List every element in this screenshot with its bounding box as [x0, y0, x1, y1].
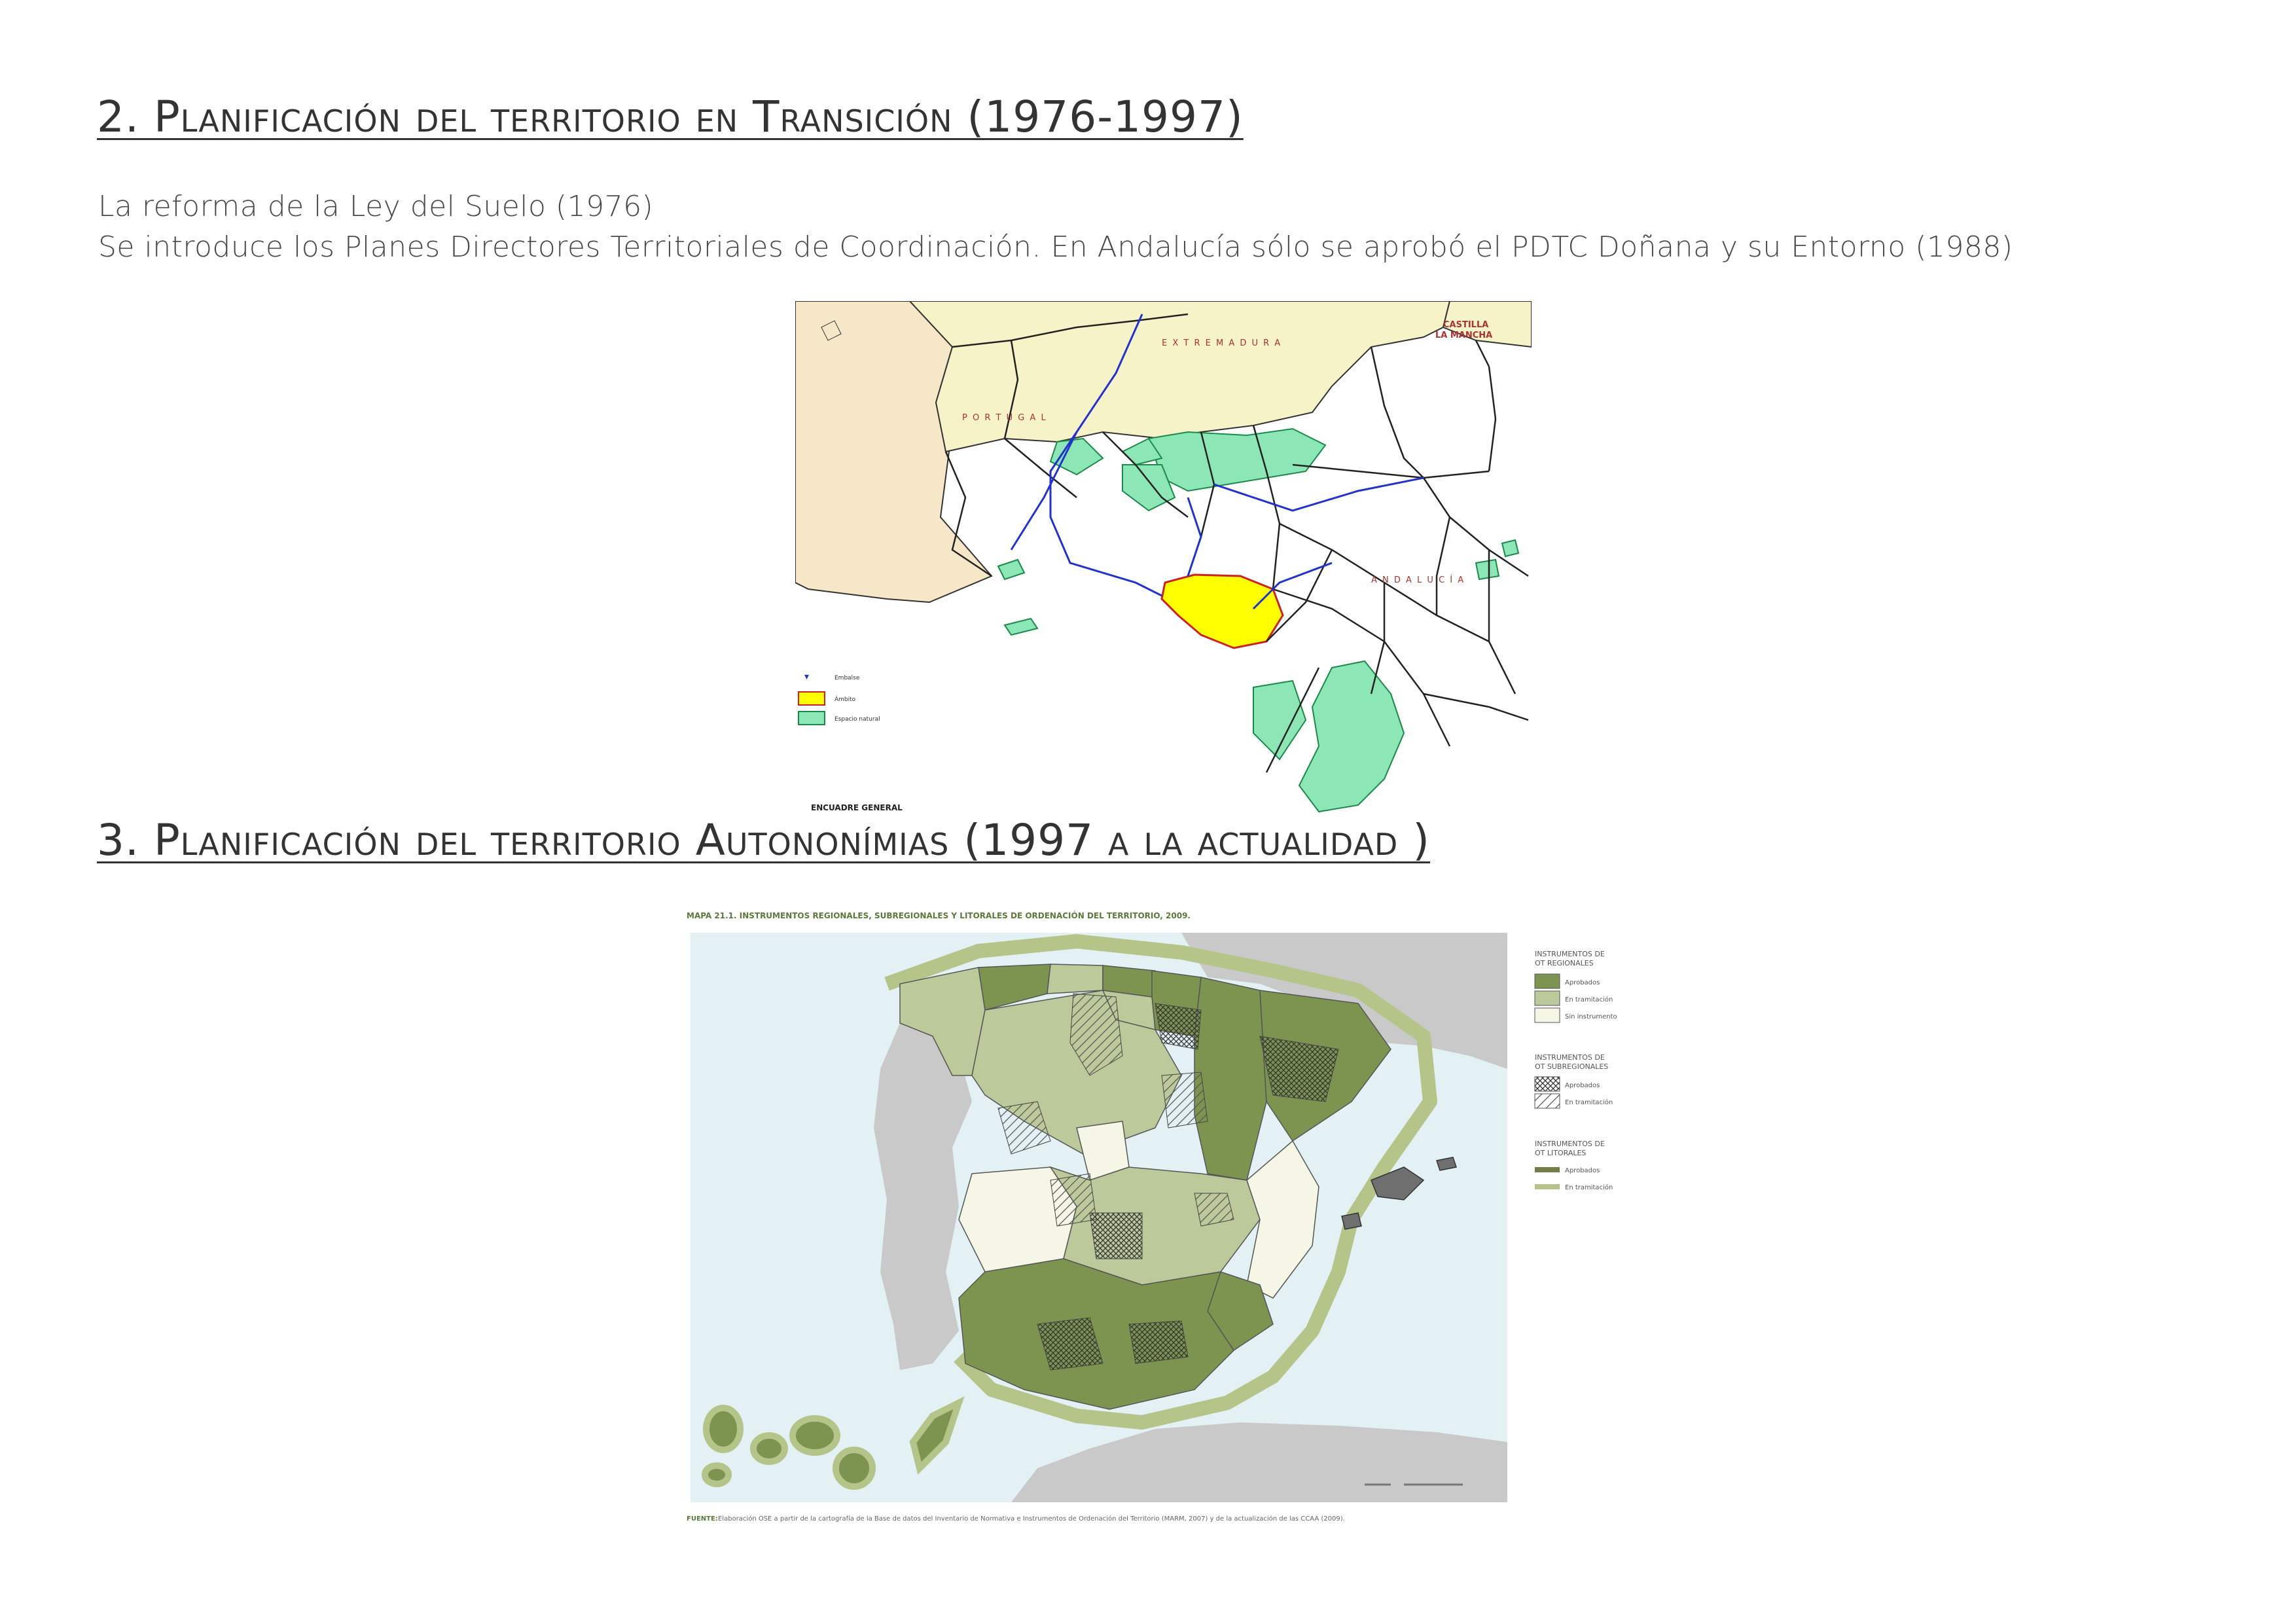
legend-subregional-approved: Aprobados [1565, 1082, 1600, 1089]
legend-ambito-swatch [798, 691, 825, 706]
legend-litoral-approved: Aprobados [1565, 1167, 1600, 1174]
legend-subregional-title-2: OT SUBREGIONALES [1535, 1062, 1608, 1071]
map2-source: Elaboración OSE a partir de la cartograf… [718, 1515, 1345, 1523]
spain-ot-instruments-map: MAPA 21.1. INSTRUMENTOS REGIONALES, SUBR… [684, 905, 1649, 1532]
legend-litoral-title-1: INSTRUMENTOS DE [1535, 1140, 1605, 1148]
map1-footer: ENCUADRE GENERAL [811, 803, 903, 812]
label-castilla-1: CASTILLA [1443, 320, 1488, 330]
legend-regional-in-process: En tramitación [1565, 996, 1613, 1003]
legend-litoral-in-process: En tramitación [1565, 1183, 1613, 1191]
legend-regional-none: Sin instrumento [1565, 1013, 1617, 1020]
legend-embalse-label: Embalse [834, 675, 860, 681]
section-2-line-2: Se introduce los Planes Directores Terri… [98, 230, 2013, 264]
map2-title: MAPA 21.1. INSTRUMENTOS REGIONALES, SUBR… [687, 911, 1191, 920]
legend-regional-title-2: OT REGIONALES [1535, 959, 1594, 967]
canary-islands [697, 1383, 972, 1494]
label-extremadura: E X T R E M A D U R A [1162, 338, 1282, 348]
donana-pdtc-map: E X T R E M A D U R A CASTILLA LA MANCHA… [795, 300, 1532, 816]
label-andalucia: A N D A L U C Í A [1371, 575, 1465, 585]
legend-regional-title-1: INSTRUMENTOS DE [1535, 950, 1605, 958]
label-castilla-2: LA MANCHA [1435, 331, 1492, 340]
legend-subregional-title-1: INSTRUMENTOS DE [1535, 1053, 1605, 1062]
legend-regional-approved: Aprobados [1565, 979, 1600, 986]
region-cantabria [1047, 964, 1103, 994]
section-2-line-1: La reforma de la Ley del Suelo (1976) [98, 190, 654, 223]
legend-litoral-title-2: OT LITORALES [1535, 1149, 1586, 1157]
legend-ambito-label: Ámbito [834, 695, 856, 703]
legend-embalse-icon: ▾ [804, 672, 809, 682]
map2-source-label: FUENTE: [687, 1515, 718, 1523]
section-3-heading: 3. Planificación del territorio Autononí… [97, 815, 1431, 865]
section-2-heading: 2. Planificación del territorio en Trans… [97, 92, 1244, 142]
legend-natural-swatch [798, 711, 825, 725]
legend-subregional-in-process: En tramitación [1565, 1098, 1613, 1106]
legend-natural-label: Espacio natural [834, 716, 880, 723]
label-portugal: P O R T U G A L [962, 413, 1047, 423]
